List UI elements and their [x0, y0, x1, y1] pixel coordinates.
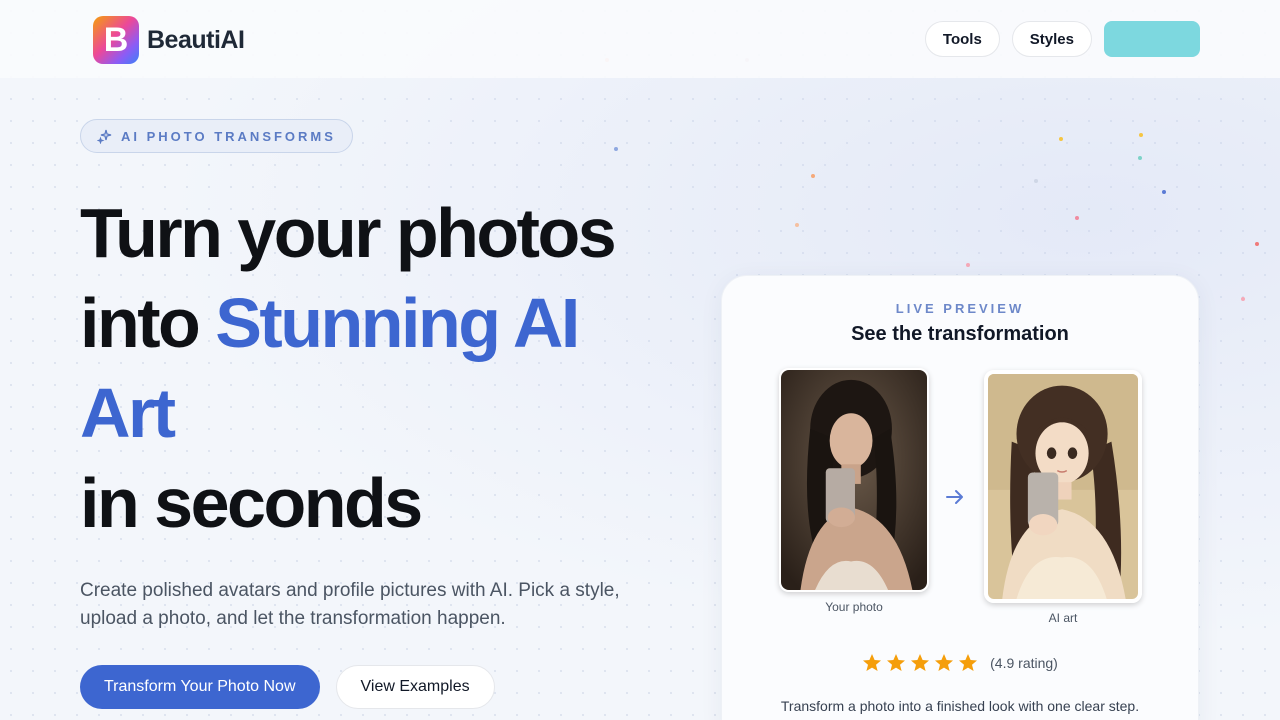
headline-line-1: Turn your photos — [80, 194, 617, 272]
brand-name: BeautiAI — [147, 25, 245, 54]
nav-styles-button[interactable]: Styles — [1011, 21, 1092, 57]
preview-description: Transform a photo into a finished look w… — [780, 698, 1140, 714]
header-cta-button[interactable] — [1104, 21, 1200, 57]
hero-badge: AI PHOTO TRANSFORMS — [80, 119, 353, 153]
transform-photo-button[interactable]: Transform Your Photo Now — [80, 665, 320, 709]
headline-accent-2: Art — [80, 374, 176, 452]
star-icon — [959, 654, 978, 671]
star-icon — [935, 654, 954, 671]
logo-icon: B — [93, 16, 139, 64]
headline-line-4: in seconds — [80, 464, 423, 542]
star-icon — [863, 654, 882, 671]
hero-subtext: Create polished avatars and profile pict… — [80, 580, 620, 629]
after-caption: AI art — [1048, 611, 1078, 625]
preview-title: See the transformation — [851, 323, 1069, 345]
preview-kicker: LIVE PREVIEW — [895, 301, 1025, 316]
badge-label: AI PHOTO TRANSFORMS — [121, 128, 336, 144]
nav-tools-button[interactable]: Tools — [924, 21, 1000, 57]
before-caption: Your photo — [825, 600, 883, 614]
headline-into: into — [80, 284, 216, 362]
sparkle-icon — [97, 129, 112, 144]
star-icon — [887, 654, 906, 671]
live-preview-card: LIVE PREVIEW See the transformation Your… — [721, 275, 1199, 720]
arrow-right-icon — [946, 490, 963, 504]
rating-row: (4.9 rating) — [722, 653, 1198, 673]
star-icon — [911, 654, 930, 671]
hero-cta-row: Transform Your Photo Now View Examples — [80, 665, 495, 709]
after-photo — [984, 370, 1142, 603]
before-photo — [779, 368, 929, 592]
rating-text: (4.9 rating) — [990, 655, 1058, 671]
top-header: B BeautiAI Tools Styles — [0, 0, 1280, 78]
brand-logo[interactable]: B BeautiAI — [93, 16, 245, 64]
view-examples-button[interactable]: View Examples — [335, 665, 495, 709]
top-nav: Tools Styles — [924, 21, 1200, 57]
headline-accent-1: Stunning AI — [215, 284, 580, 362]
hero-headline: Turn your photos into Stunning AI Art in… — [80, 188, 700, 548]
